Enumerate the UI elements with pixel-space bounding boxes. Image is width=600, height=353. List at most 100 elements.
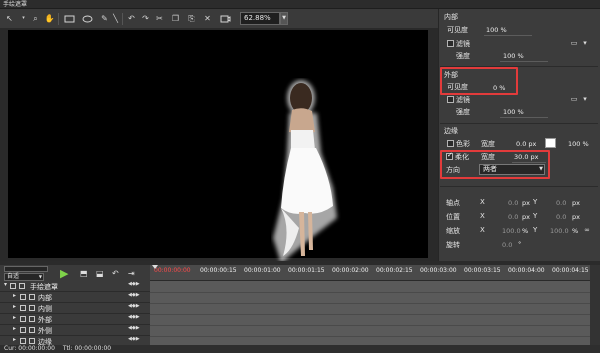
edge-color-swatch[interactable] — [545, 138, 556, 148]
folder-icon[interactable]: ▭ — [570, 96, 578, 103]
playhead-marker[interactable] — [152, 265, 158, 269]
edge-width-value[interactable]: 0.0 px — [516, 140, 536, 148]
expand-icon[interactable]: ▸ — [13, 325, 16, 332]
visibility-checkbox[interactable] — [20, 327, 26, 333]
step-icon[interactable]: ⇥ — [128, 269, 135, 278]
cut-icon[interactable]: ✂ — [154, 13, 165, 24]
outer-visibility-value[interactable]: 0 % — [493, 84, 505, 92]
hand-icon[interactable]: ✋ — [44, 13, 55, 24]
lock-checkbox[interactable] — [29, 338, 35, 344]
track-lanes[interactable] — [150, 281, 590, 345]
scale-y-value[interactable]: 100.0 — [550, 227, 569, 235]
lock-checkbox[interactable] — [29, 316, 35, 322]
position-x-value[interactable]: 0.0 — [508, 213, 518, 221]
expand-icon[interactable]: ▸ — [13, 336, 16, 343]
outer-strength-value[interactable]: 100 % — [503, 108, 524, 116]
chevron-down-icon[interactable]: ▾ — [581, 96, 589, 103]
delete-icon[interactable]: ✕ — [202, 13, 213, 24]
visibility-checkbox[interactable] — [10, 283, 16, 289]
lock-checkbox[interactable] — [29, 327, 35, 333]
keyframe-nav-icon[interactable]: ◀◆▶ — [128, 325, 140, 331]
inner-filter-checkbox[interactable] — [447, 40, 454, 47]
soften-checkbox[interactable] — [446, 151, 453, 160]
dropdown-icon[interactable]: ▾ — [18, 13, 29, 24]
lock-checkbox[interactable] — [19, 283, 25, 289]
position-y-value[interactable]: 0.0 — [556, 213, 566, 221]
inner-visibility-value[interactable]: 100 % — [486, 26, 507, 34]
chevron-down-icon[interactable]: ▼ — [280, 12, 288, 25]
preview-canvas[interactable] — [8, 30, 428, 263]
track-row[interactable]: ▾ 手绘遮罩 ◀◆▶ — [0, 281, 150, 292]
expand-icon[interactable]: ▸ — [13, 292, 16, 299]
chevron-down-icon: ▼ — [38, 274, 42, 279]
link-icon[interactable]: ∞ — [583, 227, 591, 234]
track-row[interactable]: ▸ 外侧 ◀◆▶ — [0, 325, 150, 336]
redo-icon[interactable]: ↷ — [140, 13, 151, 24]
outer-strength-slider[interactable] — [500, 117, 548, 118]
lane-divider — [150, 336, 590, 337]
soften-width-slider[interactable] — [512, 162, 546, 163]
chevron-down-icon[interactable]: ▾ — [581, 40, 589, 47]
expand-icon[interactable]: ▸ — [13, 314, 16, 321]
inner-visibility-slider[interactable] — [484, 35, 532, 36]
track-row[interactable]: ▸ 内侧 ◀◆▶ — [0, 303, 150, 314]
visibility-checkbox[interactable] — [20, 338, 26, 344]
timeline-ruler[interactable]: 00:00:00:00 00:00:00:15 00:00:01:00 00:0… — [150, 265, 590, 281]
keyframe-nav-icon[interactable]: ◀◆▶ — [128, 292, 140, 298]
keyframe-icon[interactable]: ⬓ — [96, 269, 104, 278]
zoom-input[interactable]: 62.88% — [240, 12, 280, 25]
rectangle-icon[interactable] — [64, 13, 75, 24]
scale-label: 缩放 — [446, 227, 460, 235]
outer-visibility-label: 可见度 — [447, 83, 468, 91]
visibility-checkbox[interactable] — [20, 305, 26, 311]
rotate-value[interactable]: 0.0 — [502, 241, 512, 249]
expand-icon[interactable]: ▸ — [13, 303, 16, 310]
copy-icon[interactable]: ❐ — [170, 13, 181, 24]
track-row[interactable]: ▸ 内部 ◀◆▶ — [0, 292, 150, 303]
paste-icon[interactable]: ⎘ — [186, 13, 197, 24]
inner-strength-value[interactable]: 100 % — [503, 52, 524, 60]
visibility-checkbox[interactable] — [20, 294, 26, 300]
track-row[interactable]: ▸ 边缘 ◀◆▶ — [0, 336, 150, 346]
keyframe-nav-icon[interactable]: ◀◆▶ — [128, 336, 140, 342]
anchor-y-value[interactable]: 0.0 — [556, 199, 566, 207]
anchor-x-value[interactable]: 0.0 — [508, 199, 518, 207]
anchor-y-label: Y — [533, 198, 538, 206]
soften-width-value[interactable]: 30.0 px — [514, 153, 539, 161]
select-arrow-icon[interactable]: ↖ — [4, 13, 15, 24]
lock-checkbox[interactable] — [29, 294, 35, 300]
timeline-scrollbar[interactable] — [590, 265, 600, 345]
edge-color-checkbox[interactable] — [447, 140, 454, 147]
folder-icon[interactable]: ▭ — [570, 40, 578, 47]
lock-checkbox[interactable] — [29, 305, 35, 311]
scale-x-value[interactable]: 100.0 — [502, 227, 521, 235]
position-y-label: Y — [533, 212, 538, 220]
direction-select[interactable]: 两者 ▼ — [479, 164, 545, 175]
timeline-mode-select[interactable]: 自适 ▼ — [4, 273, 44, 281]
keyframe-nav-icon[interactable]: ◀◆▶ — [128, 303, 140, 309]
pen-icon[interactable]: ✎ — [99, 13, 110, 24]
track-row[interactable]: ▸ 外部 ◀◆▶ — [0, 314, 150, 325]
add-keyframe-icon[interactable]: ⬒ — [80, 269, 88, 278]
keyframe-nav-icon[interactable]: ◀◆▶ — [128, 314, 140, 320]
track-name: 外侧 — [38, 327, 52, 335]
lane-divider — [150, 303, 590, 304]
outer-filter-checkbox[interactable] — [447, 96, 454, 103]
brush-icon[interactable]: ╲ — [110, 13, 121, 24]
collapse-icon[interactable]: ▾ — [4, 281, 7, 288]
outer-strength-label: 强度 — [456, 108, 470, 116]
ellipse-icon[interactable] — [82, 13, 93, 24]
undo-icon[interactable]: ↶ — [126, 13, 137, 24]
timeline-zoom-slider[interactable] — [4, 266, 48, 272]
keyframe-nav-icon[interactable]: ◀◆▶ — [128, 281, 140, 287]
edge-color-opacity[interactable]: 100 % — [568, 140, 589, 148]
anchor-y-unit: px — [572, 199, 580, 207]
magnifier-icon[interactable]: ⌕ — [30, 13, 41, 24]
visibility-checkbox[interactable] — [20, 316, 26, 322]
status-bar: Cur: 00:00:00:00 Ttl: 00:00:00:00 — [0, 345, 600, 353]
undo-icon[interactable]: ↶ — [112, 269, 119, 278]
play-icon[interactable]: ▶ — [60, 267, 68, 280]
video-icon[interactable] — [220, 13, 231, 24]
scale-y-unit: % — [572, 227, 579, 235]
inner-strength-slider[interactable] — [500, 61, 548, 62]
